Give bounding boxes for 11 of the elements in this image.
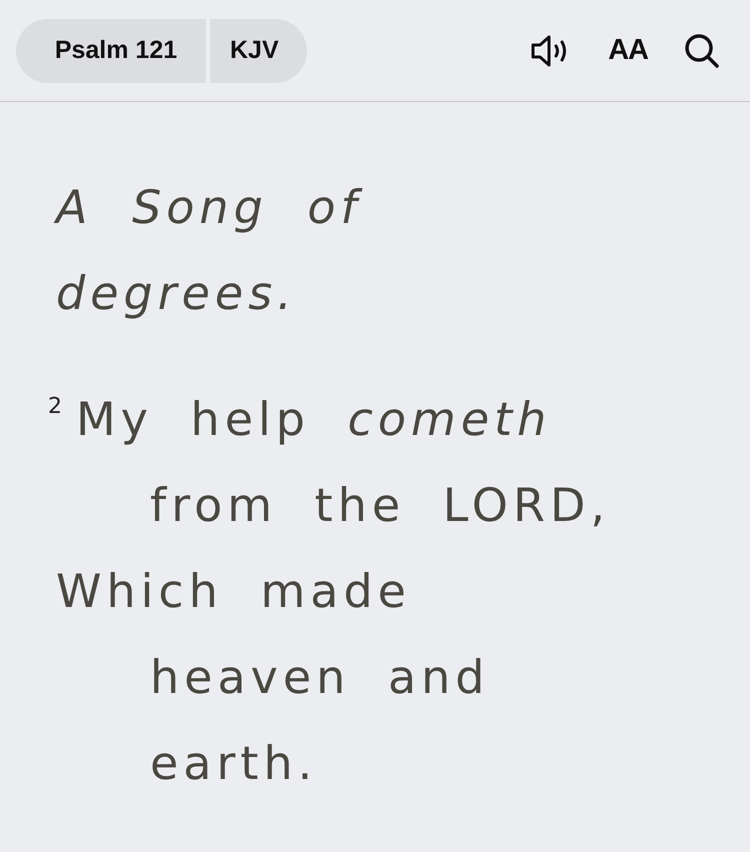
verse-line: My help cometh [76, 392, 552, 446]
version-button[interactable]: KJV [210, 18, 307, 82]
verse-line: Which made [56, 564, 411, 618]
font-size-button[interactable]: AA [608, 34, 648, 67]
verse-number: 2 [48, 393, 62, 421]
verse-line: earth. [150, 736, 318, 790]
verse-line: from the LORD, [150, 478, 610, 532]
search-icon[interactable] [684, 32, 720, 68]
book-button[interactable]: Psalm 121 [16, 18, 206, 82]
verse-line: heaven and [150, 650, 490, 704]
psalm-superscription: A Song of degrees. [56, 164, 476, 336]
